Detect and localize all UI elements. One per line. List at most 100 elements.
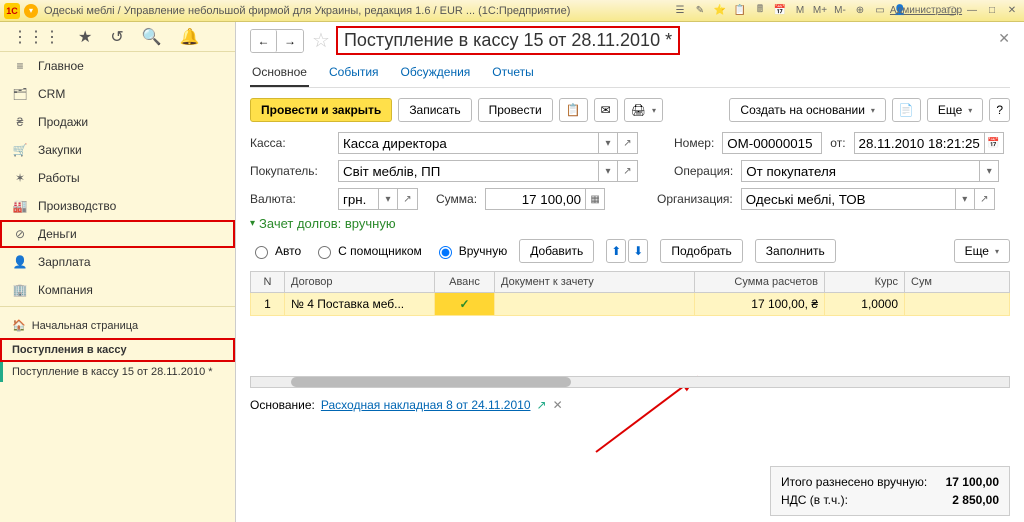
sidebar-item-sales[interactable]: ₴Продажи <box>0 108 235 136</box>
number-input[interactable] <box>722 132 822 154</box>
h-scrollbar[interactable] <box>250 376 1010 388</box>
favorite-icon[interactable]: ☆ <box>312 28 330 53</box>
tool-icon[interactable]: ⊕ <box>852 3 868 19</box>
clear-icon[interactable]: ✕ <box>553 398 563 412</box>
tab-reports[interactable]: Отчеты <box>490 61 535 87</box>
maximize-button[interactable]: □ <box>984 3 1000 19</box>
open-icon[interactable]: ↗ <box>537 398 547 412</box>
sidebar-item-works[interactable]: ✶Работы <box>0 164 235 192</box>
mplus-icon[interactable]: M+ <box>812 3 828 19</box>
col-sum2[interactable]: Сум <box>905 272 1010 293</box>
radio-auto[interactable]: Авто <box>250 243 301 259</box>
radio-manual[interactable]: Вручную <box>434 243 507 259</box>
operation-input[interactable] <box>741 160 979 182</box>
tab-events[interactable]: События <box>327 61 381 87</box>
bell-icon[interactable]: 🔔 <box>180 27 200 47</box>
basis-link[interactable]: Расходная накладная 8 от 24.11.2010 <box>321 398 531 412</box>
date-input[interactable] <box>854 132 984 154</box>
open-icon[interactable]: ↗ <box>975 188 995 210</box>
col-avans[interactable]: Аванс <box>435 272 495 293</box>
radio-wizard[interactable]: С помощником <box>313 243 422 259</box>
buyer-input[interactable] <box>338 160 598 182</box>
open-icon[interactable]: ↗ <box>618 132 638 154</box>
save-button[interactable]: Записать <box>398 98 471 122</box>
cell-rate: 1,0000 <box>825 293 905 316</box>
col-doc[interactable]: Документ к зачету <box>495 272 695 293</box>
dropdown-icon[interactable]: ▾ <box>979 160 999 182</box>
sidebar-item-production[interactable]: 🏭Производство <box>0 192 235 220</box>
info-icon[interactable]: ⓘ <box>944 3 960 19</box>
move-down-button[interactable]: ⬇ <box>628 239 648 263</box>
dropdown-icon[interactable]: ▾ <box>598 160 618 182</box>
m-icon[interactable]: M <box>792 3 808 19</box>
tool-icon[interactable]: 📋 <box>732 3 748 19</box>
tool-icon[interactable]: ✎ <box>692 3 708 19</box>
calendar-icon[interactable]: 📅 <box>984 132 1004 154</box>
tool-icon[interactable]: 📅 <box>772 3 788 19</box>
tool-icon[interactable]: ▭ <box>872 3 888 19</box>
open-icon[interactable]: ↗ <box>398 188 418 210</box>
nav-forward-button[interactable]: → <box>277 30 303 52</box>
col-contract[interactable]: Договор <box>285 272 435 293</box>
factory-icon: 🏭 <box>12 199 28 213</box>
close-button[interactable]: ✕ <box>1004 3 1020 19</box>
tab-main[interactable]: Основное <box>250 61 309 87</box>
sidebar-item-company[interactable]: 🏢Компания <box>0 276 235 304</box>
sidebar-item-money[interactable]: ⊘Деньги <box>0 220 235 248</box>
sidebar-item-purchases[interactable]: 🛒Закупки <box>0 136 235 164</box>
pick-button[interactable]: Подобрать <box>660 239 742 263</box>
open-icon[interactable]: ↗ <box>618 160 638 182</box>
sidebar-item-salary[interactable]: 👤Зарплата <box>0 248 235 276</box>
more-button[interactable]: Еще▾ <box>927 98 983 122</box>
sidebar-label: Компания <box>38 283 93 297</box>
dropdown-icon[interactable]: ▾ <box>24 4 38 18</box>
col-sum[interactable]: Сумма расчетов <box>695 272 825 293</box>
dropdown-icon[interactable]: ▾ <box>955 188 975 210</box>
dropdown-icon[interactable]: ▾ <box>378 188 398 210</box>
dropdown-icon[interactable]: ▾ <box>598 132 618 154</box>
cash-receipts-link[interactable]: Поступления в кассу <box>0 338 235 362</box>
sidebar-item-crm[interactable]: 🗂CRM <box>0 80 235 108</box>
apps-icon[interactable]: ⋮⋮⋮ <box>12 27 60 47</box>
home-link[interactable]: 🏠Начальная страница <box>0 313 235 338</box>
kassa-input[interactable] <box>338 132 598 154</box>
star-icon[interactable]: ★ <box>78 27 92 47</box>
mminus-icon[interactable]: M- <box>832 3 848 19</box>
search-icon[interactable]: 🔍 <box>142 27 162 47</box>
cell-avans[interactable]: ✓ <box>435 293 495 316</box>
history-icon[interactable]: ↺ <box>110 27 123 47</box>
sidebar: ⋮⋮⋮ ★ ↺ 🔍 🔔 ≡Главное 🗂CRM ₴Продажи 🛒Заку… <box>0 22 236 522</box>
minimize-button[interactable]: — <box>964 3 980 19</box>
calc-icon[interactable]: ▦ <box>585 188 605 210</box>
copy-button[interactable]: 📋 <box>559 98 588 122</box>
nav-back-button[interactable]: ← <box>251 30 277 52</box>
col-n[interactable]: N <box>251 272 285 293</box>
tool-icon[interactable]: ⭐ <box>712 3 728 19</box>
currency-input[interactable] <box>338 188 378 210</box>
admin-link[interactable]: Администратор <box>918 3 934 19</box>
close-tab-icon[interactable]: ✕ <box>998 30 1010 47</box>
help-button[interactable]: ? <box>989 98 1010 122</box>
sum-input[interactable] <box>485 188 585 210</box>
report-button[interactable]: 📄 <box>892 98 921 122</box>
sidebar-item-main[interactable]: ≡Главное <box>0 52 235 80</box>
fill-button[interactable]: Заполнить <box>755 239 836 263</box>
tab-discuss[interactable]: Обсуждения <box>399 61 473 87</box>
move-up-button[interactable]: ⬆ <box>606 239 626 263</box>
add-button[interactable]: Добавить <box>519 239 594 263</box>
tool-icon[interactable]: 🖩 <box>752 3 768 19</box>
post-button[interactable]: Провести <box>478 98 553 122</box>
post-close-button[interactable]: Провести и закрыть <box>250 98 392 122</box>
create-based-button[interactable]: Создать на основании▾ <box>729 98 886 122</box>
org-input[interactable] <box>741 188 955 210</box>
more-button-2[interactable]: Еще▾ <box>954 239 1010 263</box>
check-icon: ✓ <box>459 297 469 311</box>
print-button[interactable]: 🖨▾ <box>624 98 663 122</box>
create-based-label: Создать на основании <box>740 103 865 117</box>
table-row[interactable]: 1 № 4 Поставка меб... ✓ 17 100,00, ₴ 1,0… <box>251 293 1010 316</box>
col-rate[interactable]: Курс <box>825 272 905 293</box>
email-button[interactable]: ✉ <box>594 98 618 122</box>
section-header[interactable]: Зачет долгов: вручную <box>250 216 1010 231</box>
current-doc-link[interactable]: Поступление в кассу 15 от 28.11.2010 * <box>0 362 235 382</box>
tool-icon[interactable]: ☰ <box>672 3 688 19</box>
